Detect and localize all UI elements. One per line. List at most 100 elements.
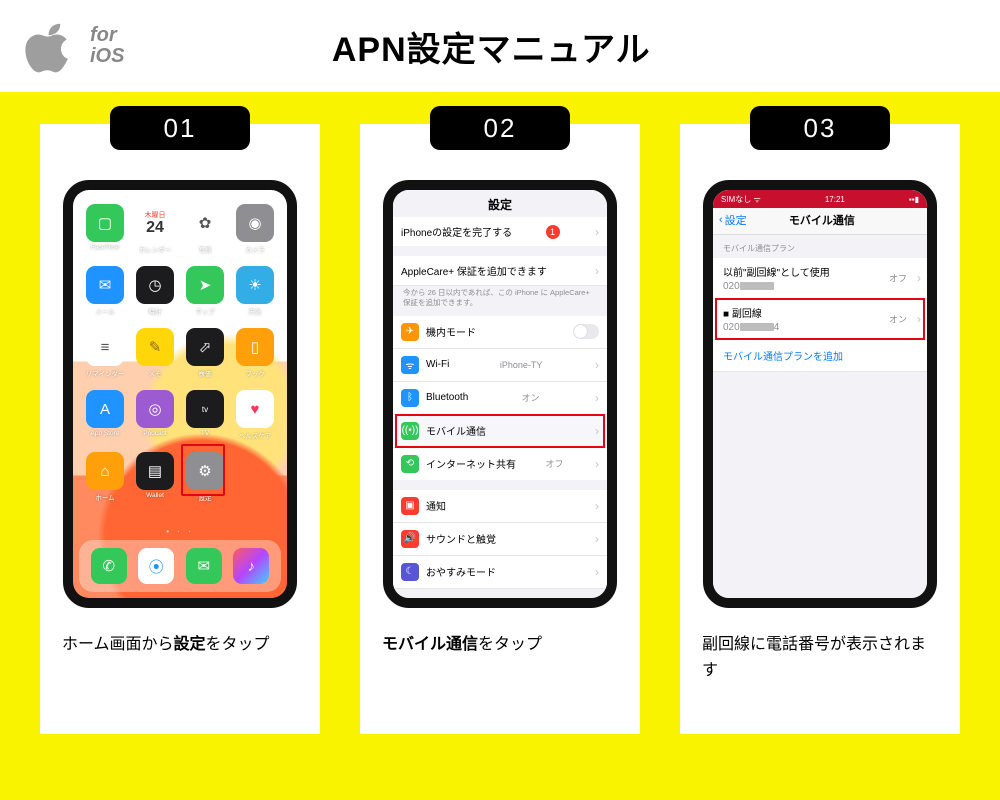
step-number-01: 01: [110, 106, 250, 150]
page-dots-icon: • · ·: [73, 527, 287, 536]
ios-text: iOS: [90, 46, 124, 67]
row-hotspot[interactable]: ⟲ インターネット共有 オフ ›: [393, 448, 607, 480]
caption-bold: 設定: [174, 636, 206, 653]
app-grid: ▢FaceTime 木曜日 24 カレンダー ✿写真 ◉カメラ ✉メール ◷時計…: [73, 204, 287, 518]
reminders-icon[interactable]: ≡リマインダー: [86, 328, 124, 366]
mail-icon[interactable]: ✉メール: [86, 266, 124, 304]
row-value: オフ: [889, 272, 907, 285]
phone-app-icon[interactable]: ✆: [91, 548, 127, 584]
app-label: 天気: [228, 306, 282, 316]
row-label: おやすみモード: [426, 564, 496, 579]
books-icon[interactable]: ▯ブック: [236, 328, 274, 366]
masked-number-icon: [740, 323, 774, 331]
health-icon[interactable]: ♥ヘルスケア: [236, 390, 274, 428]
step-card-02: 02 設定 iPhoneの設定を完了する 1 › AppleCare+ 保証を追…: [360, 124, 640, 734]
app-label: TV: [178, 430, 232, 437]
row-bluetooth[interactable]: ᛒ Bluetooth オン ›: [393, 382, 607, 415]
podcast-icon[interactable]: ◎Podcast: [136, 390, 174, 428]
camera-icon[interactable]: ◉カメラ: [236, 204, 274, 242]
appstore-icon[interactable]: AApp Store: [86, 390, 124, 428]
num-prefix: 020: [723, 281, 740, 292]
phone-mock-03: SIMなし ᯤ 17:21 ▪▪▮ ‹設定 モバイル通信 モバイル通信プラン 以…: [703, 180, 937, 608]
maps-icon[interactable]: ➤マップ: [186, 266, 224, 304]
hotspot-icon: ⟲: [401, 455, 419, 473]
caption-text: ホーム画面から: [62, 636, 174, 653]
row-dnd[interactable]: ☾ おやすみモード ›: [393, 556, 607, 589]
row-label: Wi-Fi: [426, 359, 449, 370]
facetime-icon[interactable]: ▢FaceTime: [86, 204, 124, 242]
platform-badge: for iOS: [22, 17, 124, 75]
step-number-03: 03: [750, 106, 890, 150]
status-bar: SIMなし ᯤ 17:21 ▪▪▮: [713, 190, 927, 208]
row-value: オン: [889, 313, 907, 326]
masked-number-icon: [740, 282, 774, 290]
row-applecare[interactable]: AppleCare+ 保証を追加できます ›: [393, 256, 607, 286]
sound-icon: 🔊: [401, 530, 419, 548]
step-number-02: 02: [430, 106, 570, 150]
app-label: メモ: [128, 368, 182, 378]
row-airplane[interactable]: ✈ 機内モード: [393, 316, 607, 349]
back-button[interactable]: ‹設定: [719, 212, 747, 228]
tv-icon[interactable]: tvTV: [186, 390, 224, 428]
bluetooth-icon: ᛒ: [401, 389, 419, 407]
steps-area: 01 ▢FaceTime 木曜日 24 カレンダー ✿写真: [0, 92, 1000, 800]
safari-icon[interactable]: ⦿: [138, 548, 174, 584]
row-label: サウンドと触覚: [426, 531, 496, 546]
antenna-icon: ((•)): [401, 422, 419, 440]
nav-bar: ‹設定 モバイル通信: [713, 208, 927, 235]
row-label: インターネット共有: [426, 456, 516, 471]
messages-icon[interactable]: ✉: [186, 548, 222, 584]
chevron-right-icon: ›: [595, 499, 599, 513]
plan-title: ■ 副回線: [723, 305, 762, 320]
num-prefix: 020: [723, 322, 740, 333]
weather-icon[interactable]: ☀天気: [236, 266, 274, 304]
row-value: オフ: [545, 457, 563, 470]
row-plan-secondary[interactable]: ■ 副回線 0204 オン ›: [713, 299, 927, 340]
clock-icon[interactable]: ◷時計: [136, 266, 174, 304]
app-label: Podcast: [128, 430, 182, 437]
row-add-plan[interactable]: モバイル通信プランを追加: [713, 340, 927, 372]
chevron-right-icon: ›: [595, 457, 599, 471]
chevron-right-icon: ›: [917, 271, 921, 285]
app-label: 時計: [128, 306, 182, 316]
row-value: iPhone-TY: [500, 360, 543, 370]
row-label: モバイル通信: [426, 423, 486, 438]
applecare-note: 今から 26 日以内であれば、この iPhone に AppleCare+ 保証…: [393, 286, 607, 316]
highlight-settings: [181, 444, 225, 496]
chevron-right-icon: ›: [595, 358, 599, 372]
chevron-right-icon: ›: [595, 264, 599, 278]
app-label: App Store: [78, 430, 132, 437]
phone-mock-02: 設定 iPhoneの設定を完了する 1 › AppleCare+ 保証を追加でき…: [383, 180, 617, 608]
stocks-icon[interactable]: ⬀株価: [186, 328, 224, 366]
link-label: モバイル通信プランを追加: [723, 352, 843, 363]
status-time: 17:21: [825, 195, 845, 204]
app-label: カレンダー: [128, 244, 182, 254]
row-wifi[interactable]: �троп ᯤ Wi-Fi iPhone-TY ›: [393, 349, 607, 382]
toggle-off-icon[interactable]: [573, 324, 599, 339]
for-text: for: [90, 25, 124, 46]
step1-caption: ホーム画面から設定をタップ: [52, 608, 308, 658]
empty-slot: [231, 452, 279, 508]
row-notifications[interactable]: ▣ 通知 ›: [393, 490, 607, 523]
step3-caption: 副回線に電話番号が表示されます: [692, 608, 948, 683]
step-card-03: 03 SIMなし ᯤ 17:21 ▪▪▮ ‹設定 モバイル通信 モバイル通信プラ…: [680, 124, 960, 734]
row-plan-previous[interactable]: 以前"副回線"として使用 020 オフ ›: [713, 258, 927, 299]
step-card-01: 01 ▢FaceTime 木曜日 24 カレンダー ✿写真: [40, 124, 320, 734]
notes-icon[interactable]: ✎メモ: [136, 328, 174, 366]
app-label: Wallet: [128, 492, 182, 499]
wallet-icon[interactable]: ▤Wallet: [136, 452, 174, 490]
app-label: 写真: [178, 244, 232, 254]
chevron-right-icon: ›: [917, 312, 921, 326]
status-battery-icon: ▪▪▮: [909, 195, 919, 204]
calendar-day-number: 24: [146, 220, 164, 236]
calendar-icon[interactable]: 木曜日 24 カレンダー: [136, 204, 174, 242]
dock: ✆ ⦿ ✉ ♪: [79, 540, 281, 592]
home-app-icon[interactable]: ⌂ホーム: [86, 452, 124, 490]
row-cellular[interactable]: ((•)) モバイル通信 ›: [393, 415, 607, 448]
music-icon[interactable]: ♪: [233, 548, 269, 584]
settings-title: 設定: [393, 190, 607, 217]
app-label: リマインダー: [78, 368, 132, 378]
row-sound[interactable]: 🔊 サウンドと触覚 ›: [393, 523, 607, 556]
photos-icon[interactable]: ✿写真: [186, 204, 224, 242]
row-finish-setup[interactable]: iPhoneの設定を完了する 1 ›: [393, 217, 607, 246]
